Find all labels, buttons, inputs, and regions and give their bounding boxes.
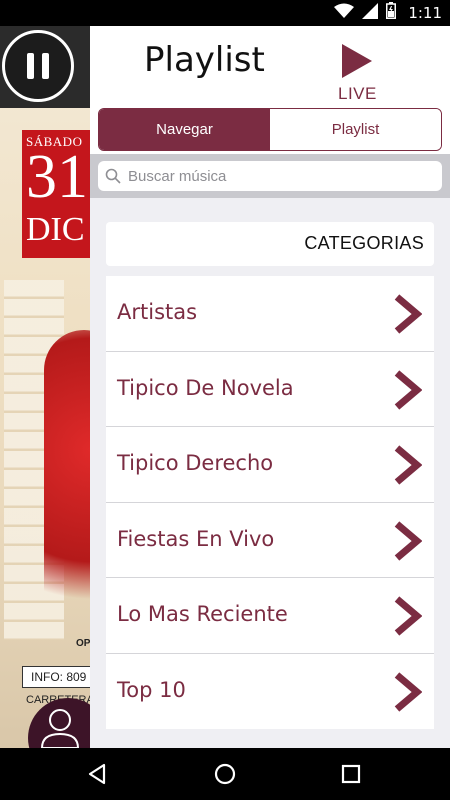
status-icons: 1:11 — [334, 2, 442, 24]
live-label: LIVE — [338, 84, 377, 103]
poster-figure — [44, 330, 96, 630]
drawer-header: Playlist LIVE — [90, 26, 450, 104]
signal-icon — [362, 2, 379, 24]
category-item-tipico-de-novela[interactable]: Tipico De Novela — [106, 351, 434, 427]
category-label: Artistas — [117, 300, 198, 324]
home-icon[interactable] — [211, 760, 239, 788]
category-label: Tipico De Novela — [117, 375, 294, 400]
category-item-tipico-derecho[interactable]: Tipico Derecho — [106, 427, 434, 503]
recents-icon[interactable] — [337, 760, 365, 788]
app-screen: 1:11 SÁBADO 31 DIC OPE INFO: 809 CARRETE… — [0, 0, 450, 800]
system-nav-bar — [0, 748, 450, 800]
categories-header: CATEGORIAS — [106, 222, 434, 266]
page-title: Playlist — [144, 40, 265, 80]
search-input[interactable] — [128, 167, 428, 185]
search-icon — [98, 161, 128, 191]
category-item-artistas[interactable]: Artistas — [106, 276, 434, 352]
category-label: Lo Mas Reciente — [117, 602, 288, 626]
play-icon — [342, 44, 372, 78]
poster-day: 31 — [26, 143, 88, 211]
wifi-icon — [334, 3, 355, 24]
category-label: Top 10 — [117, 677, 186, 702]
categories-header-label: CATEGORIAS — [304, 233, 424, 253]
poster-info-box: INFO: 809 — [22, 666, 96, 688]
player-top-bar — [0, 26, 96, 108]
category-label: Tipico Derecho — [117, 451, 274, 475]
category-item-lo-mas-reciente[interactable]: Lo Mas Reciente — [106, 578, 434, 654]
search-bar-area — [90, 154, 450, 198]
playlist-drawer: Playlist LIVE Navegar Playlist CATEGORIA… — [90, 26, 450, 748]
user-icon — [40, 709, 80, 748]
back-icon[interactable] — [84, 760, 112, 788]
avatar-button[interactable] — [28, 698, 96, 748]
categories-list: Artistas Tipico De Novela Tipico Derecho… — [106, 276, 434, 729]
category-item-top-10[interactable]: Top 10 — [106, 653, 434, 729]
poster-month: DIC — [26, 211, 85, 248]
chevron-right-icon — [394, 596, 422, 636]
status-bar: 1:11 — [0, 0, 450, 26]
chevron-right-icon — [394, 445, 422, 485]
chevron-right-icon — [394, 671, 422, 712]
category-item-fiestas-en-vivo[interactable]: Fiestas En Vivo — [106, 502, 434, 578]
event-poster: SÁBADO 31 DIC OPE INFO: 809 CARRETERA — [4, 110, 96, 710]
search-box — [98, 161, 442, 191]
live-button[interactable]: LIVE — [334, 42, 378, 104]
chevron-right-icon — [394, 369, 422, 410]
chevron-right-icon — [394, 294, 422, 334]
category-label: Fiestas En Vivo — [117, 526, 275, 551]
tab-playlist[interactable]: Playlist — [270, 109, 441, 150]
tab-navegar[interactable]: Navegar — [99, 109, 270, 150]
battery-icon — [386, 2, 397, 24]
background-poster-area: SÁBADO 31 DIC OPE INFO: 809 CARRETERA — [0, 26, 96, 748]
status-time: 1:11 — [408, 4, 442, 22]
chevron-right-icon — [394, 520, 422, 561]
pause-button[interactable] — [2, 30, 74, 102]
segmented-control: Navegar Playlist — [98, 108, 442, 151]
pause-icon — [27, 53, 34, 79]
segmented-control-area: Navegar Playlist — [90, 104, 450, 154]
